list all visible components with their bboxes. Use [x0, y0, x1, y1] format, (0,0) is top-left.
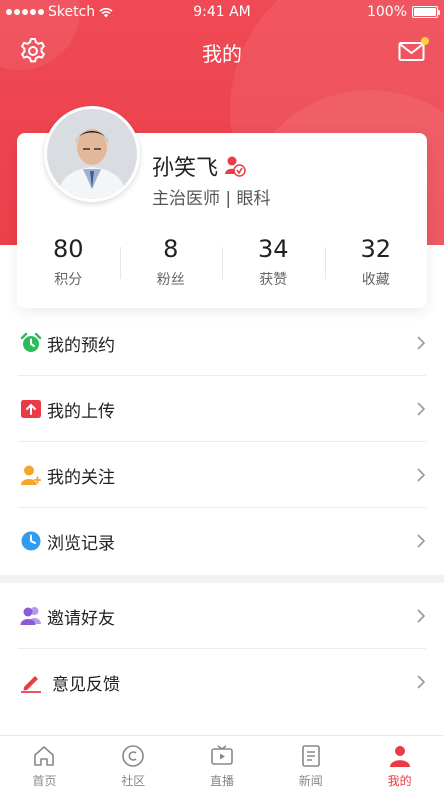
menu-item-label: 邀请好友 — [47, 608, 115, 629]
doctor-title: 主治医师 | 眼科 — [152, 189, 271, 209]
chevron-right-icon — [417, 675, 426, 689]
menu-item-invite-friends[interactable]: 邀请好友 — [0, 583, 444, 649]
battery-status: 100% — [366, 4, 440, 20]
menu-item-appointments[interactable]: 我的预约 — [0, 310, 444, 376]
tab-label: 首页 — [32, 774, 57, 788]
profile-icon — [389, 746, 410, 767]
menu-group-misc: 邀请好友 意见反馈 — [0, 583, 444, 715]
stat-value: 80 — [52, 235, 84, 263]
user-follow-icon — [21, 465, 41, 485]
menu-item-uploads[interactable]: 我的上传 — [0, 376, 444, 442]
tab-home[interactable]: 首页 — [0, 736, 89, 794]
tab-community[interactable]: 社区 — [89, 736, 178, 794]
home-icon — [34, 746, 55, 766]
stat-likes[interactable]: 34 获赞 — [222, 233, 325, 289]
stat-favorites[interactable]: 32 收藏 — [324, 233, 428, 289]
chevron-right-icon — [417, 336, 426, 350]
stat-value: 8 — [163, 235, 179, 263]
stat-label: 获赞 — [259, 272, 288, 288]
pen-icon — [21, 676, 41, 693]
tab-profile[interactable]: 我的 — [355, 736, 444, 794]
menu-item-feedback[interactable]: 意见反馈 — [0, 649, 444, 715]
unread-dot — [421, 37, 429, 45]
tab-label: 直播 — [209, 774, 234, 788]
tab-news[interactable]: 新闻 — [266, 736, 355, 794]
doctor-name: 孙笑飞 — [152, 156, 219, 181]
menu-item-label: 浏览记录 — [47, 533, 115, 554]
page-title: 我的 — [202, 42, 242, 66]
menu-item-label: 我的关注 — [47, 467, 115, 488]
verified-doctor-icon — [225, 156, 246, 177]
menu-item-label: 我的上传 — [47, 401, 115, 422]
profile-stats: 80 积分 8 粉丝 34 获赞 32 收藏 — [17, 233, 427, 289]
tab-live[interactable]: 直播 — [178, 736, 267, 794]
menu-item-history[interactable]: 浏览记录 — [0, 508, 444, 574]
menu-group-account: 我的预约 我的上传 我的关注 浏览记录 — [0, 310, 444, 574]
messages-button[interactable] — [398, 37, 429, 66]
doctor-avatar-icon — [47, 109, 137, 199]
tab-label: 社区 — [121, 774, 146, 788]
avatar[interactable] — [44, 106, 140, 202]
battery-percent: 100% — [366, 4, 407, 20]
menu-item-following[interactable]: 我的关注 — [0, 442, 444, 508]
community-icon — [122, 745, 144, 767]
chevron-right-icon — [417, 402, 426, 416]
alarm-clock-icon — [20, 332, 42, 352]
menu-item-label: 我的预约 — [47, 335, 115, 356]
battery-icon — [412, 6, 440, 18]
stat-label: 积分 — [54, 272, 83, 288]
upload-box-icon — [21, 400, 41, 418]
stat-label: 粉丝 — [156, 272, 185, 288]
chevron-right-icon — [417, 534, 426, 548]
stat-value: 32 — [360, 235, 392, 263]
live-tv-icon — [211, 745, 233, 765]
menu-item-label: 意见反馈 — [52, 674, 120, 695]
clock-icon — [21, 531, 41, 551]
stat-fans[interactable]: 8 粉丝 — [119, 233, 223, 289]
section-divider — [0, 575, 444, 583]
tab-label: 新闻 — [298, 774, 323, 788]
tab-label: 我的 — [387, 774, 412, 788]
tab-bar: 首页 社区 直播 新闻 我的 — [0, 735, 444, 794]
stat-value: 34 — [257, 235, 289, 263]
users-icon — [20, 607, 41, 625]
stat-label: 收藏 — [361, 272, 390, 288]
stat-points[interactable]: 80 积分 — [17, 233, 120, 289]
status-bar: Sketch 9:41 AM 100% — [0, 0, 444, 26]
chevron-right-icon — [417, 609, 426, 623]
chevron-right-icon — [417, 468, 426, 482]
news-icon — [301, 745, 320, 767]
profile-name-row: 孙笑飞 — [152, 150, 246, 182]
